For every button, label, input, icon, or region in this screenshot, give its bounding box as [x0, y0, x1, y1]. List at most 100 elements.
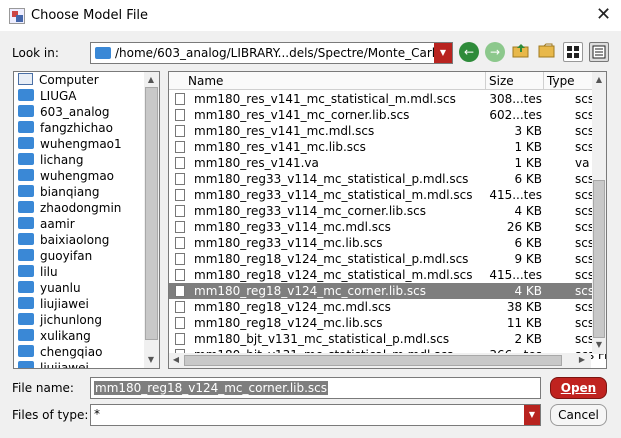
chevron-down-icon[interactable]: ▼	[524, 405, 540, 425]
file-size: 1 KB	[514, 156, 542, 170]
sidebar-item[interactable]: liujiawei	[18, 361, 89, 369]
window-title: Choose Model File	[31, 8, 149, 23]
sidebar-item-label: lichang	[40, 153, 84, 167]
column-name[interactable]: Name	[188, 74, 223, 88]
sidebar-scroll-thumb[interactable]	[145, 87, 158, 340]
scroll-up-icon[interactable]: ▲	[592, 73, 606, 87]
column-type[interactable]: Type	[547, 74, 575, 88]
folder-icon	[18, 361, 34, 368]
sidebar-item[interactable]: aamir	[18, 217, 75, 233]
folder-icon	[18, 169, 34, 181]
file-row[interactable]: mm180_reg33_v114_mc_statistical_m.mdl.sc…	[169, 187, 606, 203]
file-icon	[175, 221, 185, 233]
file-row[interactable]: mm180_reg33_v114_mc.mdl.scs26 KBscs File	[169, 219, 606, 235]
sidebar-item-label: guoyifan	[40, 249, 93, 263]
close-icon[interactable]: ✕	[596, 5, 611, 25]
sidebar-item-label: 603_analog	[40, 105, 110, 119]
file-list-hscrollbar[interactable]: ◀ ▶	[168, 353, 607, 369]
sidebar-item[interactable]: wuhengmao1	[18, 137, 122, 153]
column-size[interactable]: Size	[489, 74, 514, 88]
sidebar-item[interactable]: jichunlong	[18, 313, 102, 329]
file-icon	[175, 109, 185, 121]
file-name-field[interactable]: mm180_reg18_v124_mc_corner.lib.scs	[90, 377, 541, 399]
sidebar-scrollbar[interactable]: ▲ ▼	[144, 72, 159, 368]
sidebar-item-label: liujiawei	[40, 297, 89, 311]
detail-view-button[interactable]	[589, 42, 609, 62]
icon-view-button[interactable]	[563, 42, 583, 62]
file-icon	[175, 237, 185, 249]
file-row[interactable]: mm180_reg18_v124_mc_statistical_p.mdl.sc…	[169, 251, 606, 267]
file-row[interactable]: mm180_res_v141_mc.lib.scs1 KBscs File	[169, 139, 606, 155]
sidebar-item[interactable]: zhaodongmin	[18, 201, 121, 217]
file-size: 9 KB	[514, 252, 542, 266]
file-row[interactable]: mm180_reg18_v124_mc_statistical_m.mdl.sc…	[169, 267, 606, 283]
file-row[interactable]: mm180_res_v141.va1 KBva File	[169, 155, 606, 171]
sidebar-item[interactable]: Computer	[18, 73, 99, 89]
sidebar-item[interactable]: lilu	[18, 265, 58, 281]
scroll-left-icon[interactable]: ◀	[169, 353, 183, 367]
file-row[interactable]: mm180_res_v141_mc_corner.lib.scs 602...te…	[169, 107, 606, 123]
sidebar-item[interactable]: xulikang	[18, 329, 91, 345]
file-row[interactable]: mm180_reg18_v124_mc.mdl.scs38 KBscs File	[169, 299, 606, 315]
places-sidebar[interactable]: Computer LIUGA 603_analog fangzhichao wuheng…	[13, 71, 160, 369]
hscroll-thumb[interactable]	[184, 355, 562, 366]
parent-folder-button[interactable]	[511, 42, 531, 62]
file-icon	[175, 253, 185, 265]
file-icon	[175, 285, 185, 297]
sidebar-item[interactable]: 603_analog	[18, 105, 110, 121]
file-size: 4 KB	[514, 204, 542, 218]
scroll-down-icon[interactable]: ▼	[592, 338, 606, 352]
folder-icon	[18, 249, 34, 261]
sidebar-item-label: baixiaolong	[40, 233, 110, 247]
sidebar-item-label: Computer	[39, 73, 99, 87]
file-row[interactable]: mm180_res_v141_mc_statistical_m.mdl.scs 3…	[169, 91, 606, 107]
sidebar-item[interactable]: liujiawei	[18, 297, 89, 313]
new-folder-button[interactable]	[537, 42, 557, 62]
back-button[interactable]: ←	[459, 42, 479, 62]
file-row[interactable]: mm180_reg33_v114_mc_statistical_p.mdl.sc…	[169, 171, 606, 187]
file-row[interactable]: mm180_reg33_v114_mc.lib.scs6 KBscs File	[169, 235, 606, 251]
grid-view-icon	[567, 46, 579, 58]
look-in-combo[interactable]: /home/603_analog/LIBRARY...dels/Spectre/…	[90, 42, 453, 64]
file-row[interactable]: mm180_bjt_v131_mc_statistical_p.mdl.scs 2…	[169, 331, 606, 347]
sidebar-item[interactable]: chengqiao	[18, 345, 102, 361]
sidebar-item[interactable]: bianqiang	[18, 185, 99, 201]
sidebar-item[interactable]: yuanlu	[18, 281, 81, 297]
sidebar-item[interactable]: guoyifan	[18, 249, 92, 265]
file-name: mm180_reg18_v124_mc_corner.lib.scs	[194, 284, 427, 298]
file-list-scrollbar[interactable]: ▲ ▼	[592, 72, 606, 354]
folder-icon	[18, 345, 34, 357]
file-row[interactable]: mm180_reg33_v114_mc_corner.lib.scs 4 KB sc…	[169, 203, 606, 219]
file-list-scroll-thumb[interactable]	[593, 180, 605, 338]
file-size: 11 KB	[506, 316, 542, 330]
folder-icon	[95, 47, 111, 59]
file-row[interactable]: mm180_reg18_v124_mc_corner.lib.scs 4 KB sc…	[169, 283, 606, 299]
sidebar-item[interactable]: wuhengmao	[18, 169, 114, 185]
cancel-button[interactable]: Cancel	[550, 404, 607, 426]
sidebar-item[interactable]: lichang	[18, 153, 83, 169]
forward-button[interactable]: →	[485, 42, 505, 62]
folder-icon	[18, 185, 34, 197]
file-row[interactable]: mm180_reg18_v124_mc.lib.scs11 KBscs File	[169, 315, 606, 331]
sidebar-item[interactable]: LIUGA	[18, 89, 77, 105]
chevron-down-icon[interactable]: ▼	[434, 43, 452, 63]
sidebar-item-label: liujiawei	[40, 361, 89, 369]
files-of-type-combo[interactable]: * ▼	[90, 404, 541, 426]
sidebar-item-label: bianqiang	[40, 185, 100, 199]
file-list[interactable]: Name Size Type mm180_res_v141_mc_statist…	[168, 71, 607, 369]
sidebar-item[interactable]: baixiaolong	[18, 233, 109, 249]
file-name: mm180_reg18_v124_mc.lib.scs	[194, 316, 383, 330]
scroll-right-icon[interactable]: ▶	[575, 353, 589, 367]
file-icon	[175, 125, 185, 137]
file-name: mm180_res_v141_mc.mdl.scs	[194, 124, 375, 138]
file-size: 308...tes	[489, 92, 542, 106]
open-button[interactable]: Open	[550, 377, 607, 399]
file-name: mm180_reg33_v114_mc_corner.lib.scs	[194, 204, 427, 218]
folder-icon	[18, 121, 34, 133]
file-icon	[175, 301, 185, 313]
scroll-up-icon[interactable]: ▲	[144, 73, 158, 87]
sidebar-item[interactable]: fangzhichao	[18, 121, 113, 137]
scroll-down-icon[interactable]: ▼	[144, 353, 158, 367]
sidebar-item-label: chengqiao	[40, 345, 103, 359]
file-row[interactable]: mm180_res_v141_mc.mdl.scs3 KBscs File	[169, 123, 606, 139]
